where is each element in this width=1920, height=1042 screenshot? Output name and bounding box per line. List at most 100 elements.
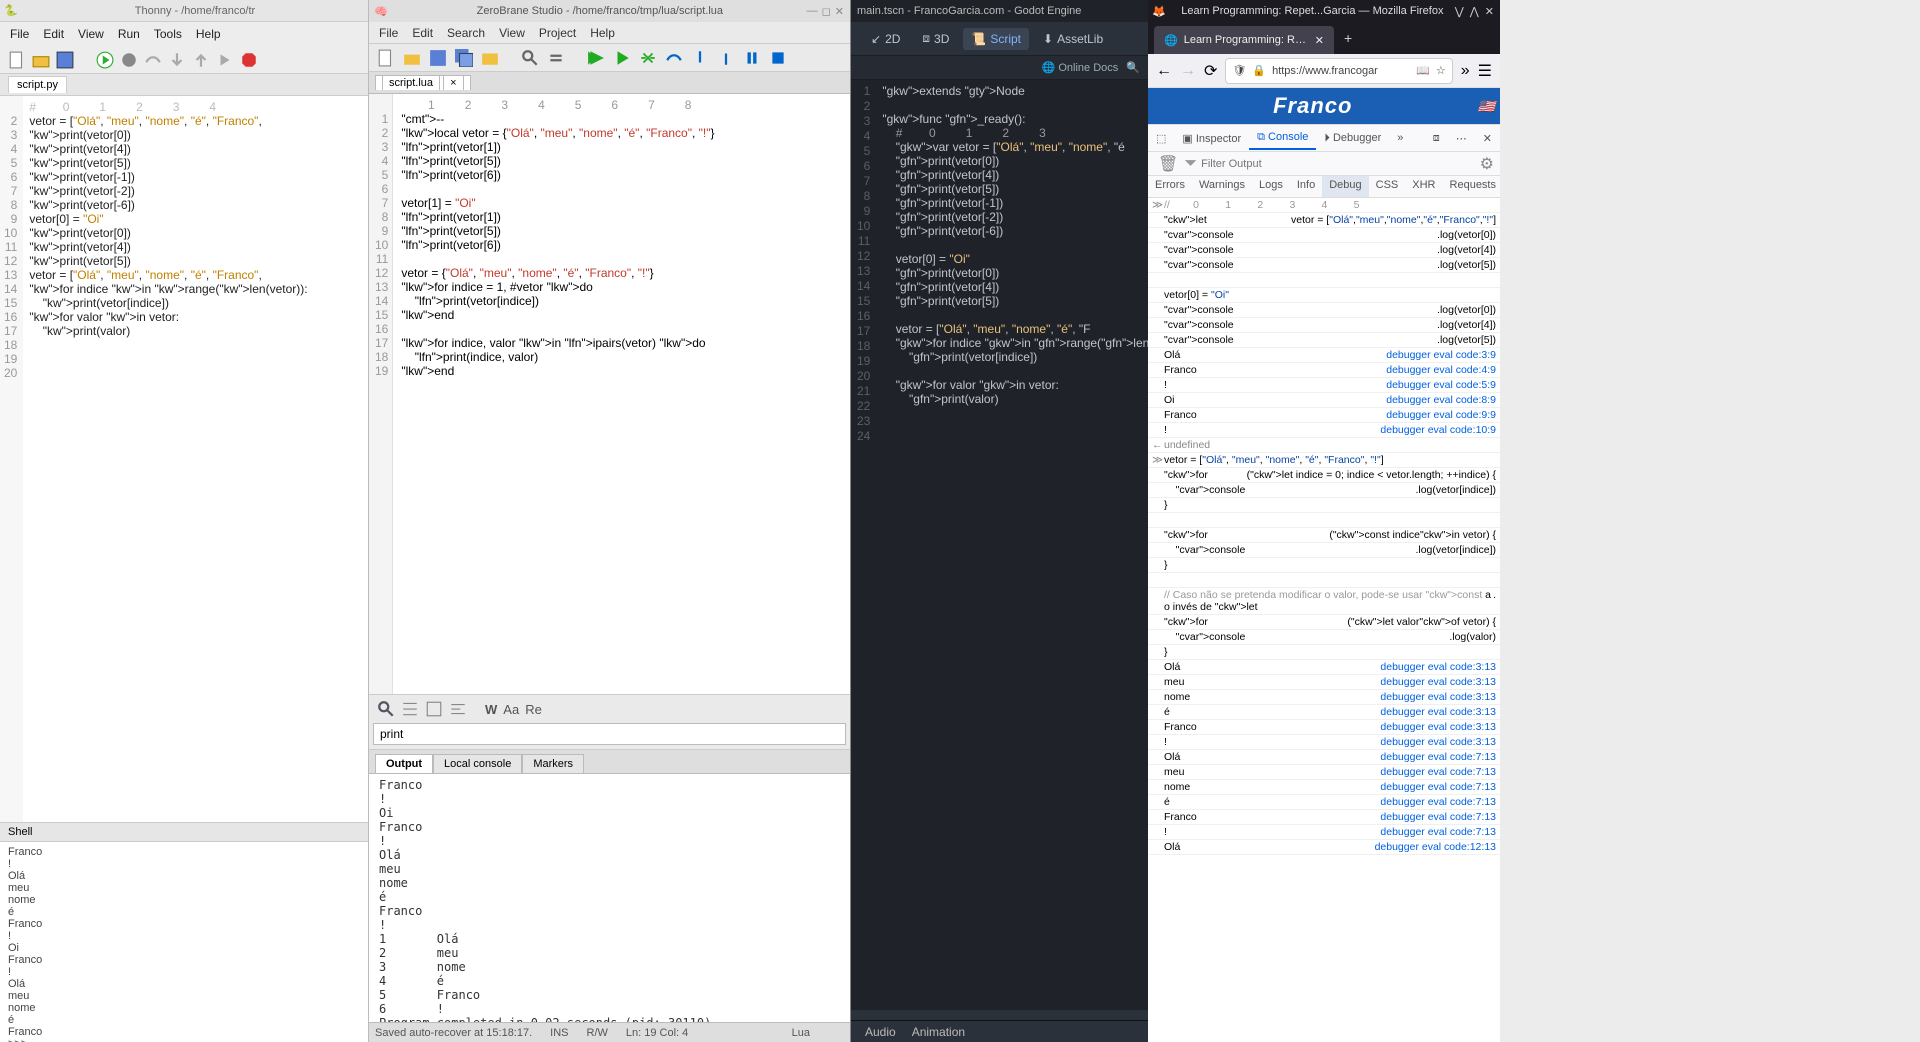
step-into-icon[interactable] (168, 51, 186, 69)
cat-requests[interactable]: Requests (1443, 176, 1503, 197)
output-tab[interactable]: Output (375, 754, 433, 773)
debug-icon[interactable] (120, 51, 138, 69)
trash-icon[interactable]: 🗑 (1152, 154, 1184, 174)
devtools-console[interactable]: ⧉ Console (1249, 127, 1316, 150)
menu-search[interactable]: Search (447, 26, 485, 40)
flag-usa-icon[interactable]: 🇺🇸 (1478, 98, 1500, 115)
bottom-audio[interactable]: Audio (865, 1025, 896, 1039)
devtools-picker-icon[interactable]: ⬚ (1148, 128, 1174, 149)
menu-run[interactable]: Run (118, 27, 140, 41)
cat-css[interactable]: CSS (1369, 176, 1406, 197)
new-icon[interactable] (377, 49, 395, 67)
whole-word-button[interactable]: W (485, 702, 497, 717)
nav-forward-icon[interactable]: → (1180, 62, 1196, 80)
stop-icon[interactable] (240, 51, 258, 69)
step-over-icon[interactable] (144, 51, 162, 69)
new-file-icon[interactable] (8, 51, 26, 69)
save-icon[interactable] (429, 49, 447, 67)
step-out-icon[interactable] (717, 49, 735, 67)
tab-close-icon[interactable]: × (443, 75, 463, 90)
thonny-editor[interactable]: 234567891011121314151617181920 # 0 1 2 3… (0, 96, 368, 822)
step-out-icon[interactable] (192, 51, 210, 69)
zerobrane-tab[interactable]: script.lua × (369, 72, 850, 94)
menu-edit[interactable]: Edit (412, 26, 433, 40)
save-all-icon[interactable] (455, 49, 473, 67)
devtools-close-icon[interactable]: ✕ (1475, 128, 1500, 149)
settings-icon[interactable]: ⚙ (1474, 154, 1500, 174)
zerobrane-code-text[interactable]: 1 2 3 4 5 6 7 8"cmt">--"lkw">local vetor… (393, 94, 714, 694)
find-input[interactable] (373, 723, 846, 745)
menu-project[interactable]: Project (539, 26, 576, 40)
minimize-icon[interactable]: — (807, 5, 818, 18)
hamburger-icon[interactable]: ☰ (1478, 61, 1492, 81)
regex-button[interactable]: Re (525, 702, 542, 717)
godot-code-text[interactable]: "gkw">extends "gty">Node "gkw">func "gfn… (878, 80, 1148, 1010)
overflow-icon[interactable]: » (1461, 62, 1470, 80)
open-icon[interactable] (32, 51, 50, 69)
devtools-more-icon[interactable]: » (1389, 128, 1411, 148)
nav-reload-icon[interactable]: ⟳ (1204, 61, 1217, 81)
match-case-button[interactable]: Aa (503, 702, 519, 717)
workspace-script[interactable]: 📜 Script (963, 28, 1029, 50)
menu-file[interactable]: File (379, 26, 398, 40)
thonny-code-text[interactable]: # 0 1 2 3 4vetor = ["Olá", "meu", "nome"… (23, 96, 307, 822)
run-icon[interactable] (587, 49, 605, 67)
minimize-icon[interactable]: ⋁ (1455, 5, 1464, 18)
devtools-iframe-icon[interactable]: ⧈ (1425, 128, 1448, 149)
devtools-inspector[interactable]: ▣ Inspector (1174, 128, 1249, 149)
local-console-tab[interactable]: Local console (433, 754, 522, 773)
project-dir-icon[interactable] (481, 49, 499, 67)
thonny-shell[interactable]: Franco!OlámeunomeéFranco!OiFranco!Olámeu… (0, 842, 368, 1042)
run-icon[interactable] (96, 51, 114, 69)
godot-editor[interactable]: 123456789101112131415161718192021222324 … (851, 80, 1148, 1010)
workspace-3d[interactable]: ⧈ 3D (914, 27, 957, 50)
markers-tab[interactable]: Markers (522, 754, 584, 773)
bookmark-icon[interactable]: ☆ (1436, 64, 1446, 77)
tab-close-icon[interactable]: ✕ (1315, 34, 1324, 47)
browser-tab[interactable]: 🌐 Learn Programming: Repetiti ✕ (1154, 26, 1334, 54)
wrap-icon[interactable] (449, 700, 467, 718)
menu-view[interactable]: View (78, 27, 104, 41)
menu-view[interactable]: View (499, 26, 525, 40)
close-icon[interactable]: ✕ (1485, 5, 1494, 18)
start-debug-icon[interactable] (639, 49, 657, 67)
cat-debug[interactable]: Debug (1322, 176, 1368, 197)
bottom-animation[interactable]: Animation (912, 1025, 965, 1039)
replace-icon[interactable] (547, 49, 565, 67)
search-help-icon[interactable]: 🔍 (1126, 61, 1140, 74)
cat-errors[interactable]: Errors (1148, 176, 1192, 197)
url-input[interactable]: 🛡 🔒 https://www.francogar 📖 ☆ (1225, 58, 1452, 84)
stop-icon[interactable] (769, 49, 787, 67)
menu-edit[interactable]: Edit (43, 27, 64, 41)
devtools-debugger[interactable]: ⏵ Debugger (1316, 128, 1389, 149)
nav-back-icon[interactable]: ← (1156, 62, 1172, 80)
step-over-icon[interactable] (665, 49, 683, 67)
menu-tools[interactable]: Tools (154, 27, 182, 41)
save-icon[interactable] (56, 51, 74, 69)
thonny-shell-tab[interactable]: Shell (0, 822, 368, 842)
debug-run-icon[interactable] (613, 49, 631, 67)
console-output[interactable]: ≫// 0 1 2 3 4 5"ckw">let vetor = ["Olá",… (1148, 198, 1500, 1042)
reader-icon[interactable]: 📖 (1416, 64, 1430, 77)
maximize-icon[interactable]: ⋀ (1470, 5, 1479, 18)
new-tab-button[interactable]: + (1334, 22, 1362, 54)
maximize-icon[interactable]: ◻ (822, 5, 831, 18)
close-icon[interactable]: ✕ (835, 5, 844, 18)
zerobrane-editor[interactable]: 12345678910111213141516171819 1 2 3 4 5 … (369, 94, 850, 694)
cat-warnings[interactable]: Warnings (1192, 176, 1252, 197)
cat-xhr[interactable]: XHR (1405, 176, 1442, 197)
devtools-dots-icon[interactable]: ⋯ (1448, 128, 1475, 149)
menu-help[interactable]: Help (590, 26, 615, 40)
filter-input[interactable] (1197, 156, 1474, 172)
workspace-assetlib[interactable]: ⬇ AssetLib (1035, 28, 1111, 50)
workspace-2d[interactable]: ↙ 2D (863, 28, 908, 50)
open-icon[interactable] (403, 49, 421, 67)
scope-icon[interactable] (425, 700, 443, 718)
find-search-icon[interactable] (377, 700, 395, 718)
menu-help[interactable]: Help (196, 27, 221, 41)
zerobrane-output[interactable]: Franco ! Oi Franco ! Olá meu nome é Fran… (369, 774, 850, 1022)
resume-icon[interactable] (216, 51, 234, 69)
indent-icon[interactable] (401, 700, 419, 718)
find-icon[interactable] (521, 49, 539, 67)
cat-logs[interactable]: Logs (1252, 176, 1290, 197)
